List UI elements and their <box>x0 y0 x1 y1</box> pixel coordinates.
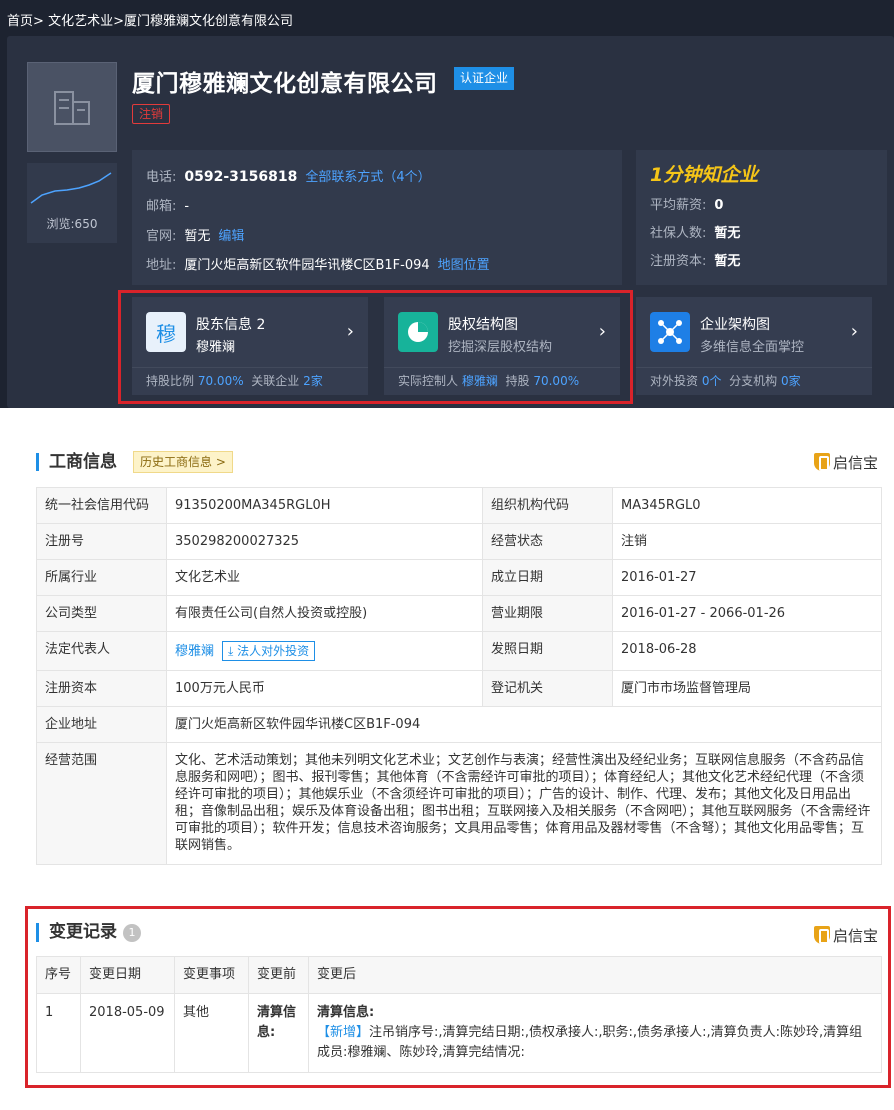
shield-icon <box>814 453 830 471</box>
table-row: 注册资本 100万元人民币 登记机关 厦门市市场监督管理局 <box>36 670 882 707</box>
business-info-title: 工商信息 <box>36 453 117 471</box>
email-value: - <box>184 199 190 214</box>
breadcrumb-home[interactable]: 首页 <box>7 14 33 29</box>
company-name: 厦门穆雅斓文化创意有限公司 <box>132 71 438 97</box>
website-value: 暂无 <box>184 229 211 244</box>
website-row: 官网: 暂无 编辑 <box>146 229 245 244</box>
building-icon <box>54 91 90 125</box>
legal-rep-investment-button[interactable]: ⤓ 法人对外投资 <box>222 641 316 661</box>
table-row: 企业地址 厦门火炬高新区软件园华讯楼C区B1F-094 <box>36 706 882 743</box>
table-row: 公司类型 有限责任公司(自然人投资或控股) 营业期限 2016-01-27 - 20… <box>36 595 882 632</box>
map-link[interactable]: 地图位置 <box>438 258 490 273</box>
table-row: 经营范围 文化、艺术活动策划；其他未列明文化艺术业；文艺创作与表演；经营性演出及经… <box>36 742 882 865</box>
salary-row: 平均薪资: 0 <box>650 198 724 213</box>
highlight-box-changes <box>25 906 891 1088</box>
business-info-table: 统一社会信用代码 91350200MA345RGL0H 组织机构代码 MA345RG… <box>36 487 882 865</box>
insured-row: 社保人数: 暂无 <box>650 226 741 241</box>
breadcrumb-company: 厦门穆雅斓文化创意有限公司 <box>123 14 293 29</box>
table-row: 所属行业 文化艺术业 成立日期 2016-01-27 <box>36 559 882 596</box>
breadcrumb-category[interactable]: 文化艺术业 <box>48 14 113 29</box>
phone-row: 电话: 0592-3156818 全部联系方式（4个） <box>146 169 431 185</box>
views-trend: 浏览:650 <box>27 163 117 243</box>
legal-rep-link[interactable]: 穆雅斓 <box>175 644 214 659</box>
quick-overview-title: 1分钟知企业 <box>650 164 759 186</box>
business-scope: 文化、艺术活动策划；其他未列明文化艺术业；文艺创作与表演；经营性演出及经纪业务；… <box>166 742 882 865</box>
cert-badge[interactable]: 认证企业 <box>454 67 515 90</box>
phone-value: 0592-3156818 <box>184 169 298 185</box>
company-header-area: 首页> 文化艺术业>厦门穆雅斓文化创意有限公司 浏览:650 厦门穆雅斓文化创意… <box>0 0 894 408</box>
address-value: 厦门火炬高新区软件园华讯楼C区B1F-094 <box>184 258 430 273</box>
contact-info: 电话: 0592-3156818 全部联系方式（4个） 邮箱: - 官网: 暂无 编辑 地… <box>132 150 622 285</box>
all-contacts-link[interactable]: 全部联系方式（4个） <box>305 170 430 185</box>
capital-row: 注册资本: 暂无 <box>650 254 741 269</box>
edit-website-link[interactable]: 编辑 <box>218 229 244 244</box>
qixinbao-logo: 启信宝 <box>814 452 878 473</box>
table-row: 注册号 350298200027325 经营状态 注销 <box>36 523 882 560</box>
highlight-box-cards <box>118 290 633 404</box>
chevron-right-icon: › <box>850 321 858 342</box>
network-icon <box>650 312 690 352</box>
history-business-button[interactable]: 历史工商信息 > <box>133 451 233 473</box>
status-badge: 注销 <box>132 104 171 124</box>
trend-chart-icon <box>30 172 112 204</box>
table-row: 统一社会信用代码 91350200MA345RGL0H 组织机构代码 MA345RG… <box>36 487 882 524</box>
breadcrumb: 首页> 文化艺术业>厦门穆雅斓文化创意有限公司 <box>7 14 293 29</box>
address-row: 地址: 厦门火炬高新区软件园华讯楼C区B1F-094 地图位置 <box>146 258 490 273</box>
table-row: 法定代表人 穆雅斓 ⤓ 法人对外投资 发照日期 2018-06-28 <box>36 631 882 671</box>
email-row: 邮箱: - <box>146 199 190 214</box>
company-logo <box>27 62 117 152</box>
company-address: 厦门火炬高新区软件园华讯楼C区B1F-094 <box>166 706 882 743</box>
quick-overview: 1分钟知企业 平均薪资: 0 社保人数: 暂无 注册资本: 暂无 <box>636 150 887 285</box>
org-structure-card[interactable]: 企业架构图 多维信息全面掌控 › 对外投资 0个 分支机构 0家 <box>636 297 872 395</box>
views-count: 浏览:650 <box>46 217 98 231</box>
